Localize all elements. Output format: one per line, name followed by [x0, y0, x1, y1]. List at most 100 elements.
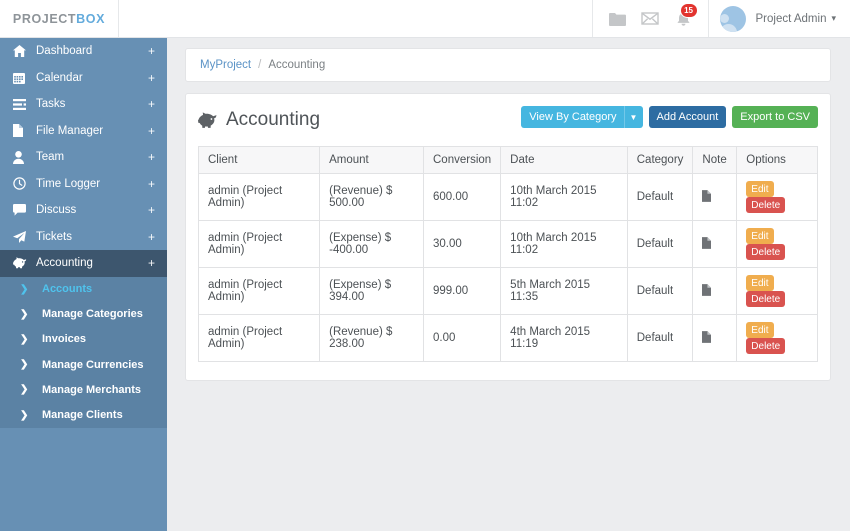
- accounts-table: Client Amount Conversion Date Category N…: [197, 146, 818, 362]
- table-row: admin (Project Admin) (Expense) $ -400.0…: [197, 220, 818, 268]
- avatar-body: [719, 23, 737, 32]
- add-account-button[interactable]: Add Account: [648, 106, 727, 128]
- edit-button[interactable]: Edit: [746, 275, 774, 291]
- cell-category: Default: [626, 314, 694, 362]
- cell-note: [692, 314, 738, 362]
- file-icon[interactable]: [702, 189, 712, 202]
- expand-plus-icon[interactable]: +: [148, 72, 155, 84]
- sidebar-subitem-manage-clients[interactable]: ❯ Manage Clients: [0, 402, 167, 427]
- top-bar-icon-group: 15: [591, 0, 709, 37]
- sidebar-subitem-label: Manage Merchants: [42, 383, 142, 396]
- sidebar-item-team[interactable]: Team +: [0, 144, 167, 171]
- user-name-label: Project Admin: [755, 12, 827, 25]
- expand-plus-icon[interactable]: +: [148, 204, 155, 216]
- cell-amount: (Revenue) $ 238.00: [319, 314, 424, 362]
- sidebar-subitem-label: Invoices: [42, 333, 87, 346]
- folder-icon[interactable]: [601, 0, 634, 37]
- cell-date: 5th March 2015 11:35: [500, 267, 628, 315]
- breadcrumb-current: Accounting: [268, 59, 326, 71]
- file-icon: [13, 124, 33, 138]
- cell-amount: (Revenue) $ 500.00: [319, 173, 424, 221]
- view-by-category-button[interactable]: View By Category: [521, 106, 624, 128]
- cell-amount: (Expense) $ 394.00: [319, 267, 424, 315]
- panel-header: Accounting View By Category ▼ Add Accoun…: [198, 105, 818, 135]
- sidebar-item-label: Tasks: [36, 98, 66, 111]
- cell-conversion: 30.00: [422, 220, 502, 268]
- logo-text-part2: BOX: [76, 11, 106, 26]
- column-header-note[interactable]: Note: [692, 146, 738, 174]
- comment-icon: [13, 204, 33, 216]
- sidebar-item-tasks[interactable]: Tasks +: [0, 91, 167, 118]
- sidebar-subitem-manage-categories[interactable]: ❯ Manage Categories: [0, 302, 167, 327]
- column-header-category[interactable]: Category: [626, 146, 694, 174]
- sidebar-submenu-accounting: ❯ Accounts ❯ Manage Categories ❯ Invoice…: [0, 276, 167, 428]
- sidebar-item-calendar[interactable]: Calendar +: [0, 65, 167, 92]
- cell-client: admin (Project Admin): [197, 220, 321, 268]
- notification-badge: 15: [679, 3, 698, 18]
- column-header-amount[interactable]: Amount: [319, 146, 424, 174]
- file-icon[interactable]: [702, 283, 712, 296]
- sidebar-item-discuss[interactable]: Discuss +: [0, 197, 167, 224]
- delete-button[interactable]: Delete: [746, 291, 786, 307]
- sidebar-subitem-manage-merchants[interactable]: ❯ Manage Merchants: [0, 377, 167, 402]
- column-header-options[interactable]: Options: [736, 146, 818, 174]
- sidebar-item-label: Team: [36, 151, 65, 164]
- view-by-category-split-button[interactable]: View By Category ▼: [521, 106, 643, 128]
- column-header-date[interactable]: Date: [500, 146, 628, 174]
- sidebar-item-time-logger[interactable]: Time Logger +: [0, 171, 167, 198]
- sidebar-item-file-manager[interactable]: File Manager +: [0, 118, 167, 145]
- expand-plus-icon[interactable]: +: [148, 178, 155, 190]
- sidebar-item-tickets[interactable]: Tickets +: [0, 224, 167, 251]
- column-header-client[interactable]: Client: [197, 146, 321, 174]
- delete-button[interactable]: Delete: [746, 244, 786, 260]
- edit-button[interactable]: Edit: [746, 322, 774, 338]
- expand-plus-icon[interactable]: +: [148, 257, 155, 269]
- cell-date: 10th March 2015 11:02: [500, 220, 628, 268]
- app-logo[interactable]: PROJECTBOX: [0, 0, 119, 37]
- sidebar-subitem-accounts[interactable]: ❯ Accounts: [0, 277, 167, 302]
- cell-conversion: 0.00: [422, 314, 502, 362]
- sidebar: Dashboard + Calendar + Tasks + File Mana…: [0, 38, 167, 531]
- cell-note: [692, 267, 738, 315]
- cell-date: 10th March 2015 11:02: [500, 173, 628, 221]
- chevron-right-icon: ❯: [20, 409, 29, 421]
- export-to-csv-button[interactable]: Export to CSV: [732, 106, 818, 128]
- expand-plus-icon[interactable]: +: [148, 45, 155, 57]
- delete-button[interactable]: Delete: [746, 197, 786, 213]
- panel-actions: View By Category ▼ Add Account Export to…: [521, 106, 818, 128]
- cell-client: admin (Project Admin): [197, 267, 321, 315]
- user-menu[interactable]: Project Admin ▾: [709, 0, 850, 37]
- expand-plus-icon[interactable]: +: [148, 231, 155, 243]
- sidebar-item-dashboard[interactable]: Dashboard +: [0, 38, 167, 65]
- edit-button[interactable]: Edit: [746, 228, 774, 244]
- breadcrumb-separator: /: [258, 59, 262, 71]
- column-header-conversion[interactable]: Conversion: [422, 146, 502, 174]
- main-content: MyProject / Accounting Accounting View B…: [167, 38, 850, 531]
- chevron-right-icon: ❯: [20, 384, 29, 396]
- cell-client: admin (Project Admin): [197, 173, 321, 221]
- file-icon[interactable]: [702, 236, 712, 249]
- file-icon[interactable]: [702, 330, 712, 343]
- sidebar-item-label: Tickets: [36, 230, 72, 243]
- sidebar-subitem-manage-currencies[interactable]: ❯ Manage Currencies: [0, 352, 167, 377]
- breadcrumb-root-link[interactable]: MyProject: [200, 59, 251, 71]
- cell-note: [692, 220, 738, 268]
- expand-plus-icon[interactable]: +: [148, 151, 155, 163]
- chevron-down-icon[interactable]: ▼: [623, 106, 643, 128]
- bell-icon[interactable]: 15: [667, 0, 700, 37]
- envelope-icon[interactable]: [634, 0, 667, 37]
- cell-category: Default: [626, 267, 694, 315]
- cell-amount: (Expense) $ -400.00: [319, 220, 424, 268]
- expand-plus-icon[interactable]: +: [148, 98, 155, 110]
- cell-options: EditDelete: [736, 267, 818, 315]
- expand-plus-icon[interactable]: +: [148, 125, 155, 137]
- delete-button[interactable]: Delete: [746, 338, 786, 354]
- edit-button[interactable]: Edit: [746, 181, 774, 197]
- page-title-text: Accounting: [226, 109, 321, 130]
- sidebar-item-label: Time Logger: [36, 177, 101, 190]
- paper-plane-icon: [13, 230, 33, 243]
- cell-options: EditDelete: [736, 314, 818, 362]
- chevron-right-icon: ❯: [20, 308, 29, 320]
- sidebar-subitem-invoices[interactable]: ❯ Invoices: [0, 327, 167, 352]
- sidebar-item-accounting[interactable]: Accounting +: [0, 250, 167, 277]
